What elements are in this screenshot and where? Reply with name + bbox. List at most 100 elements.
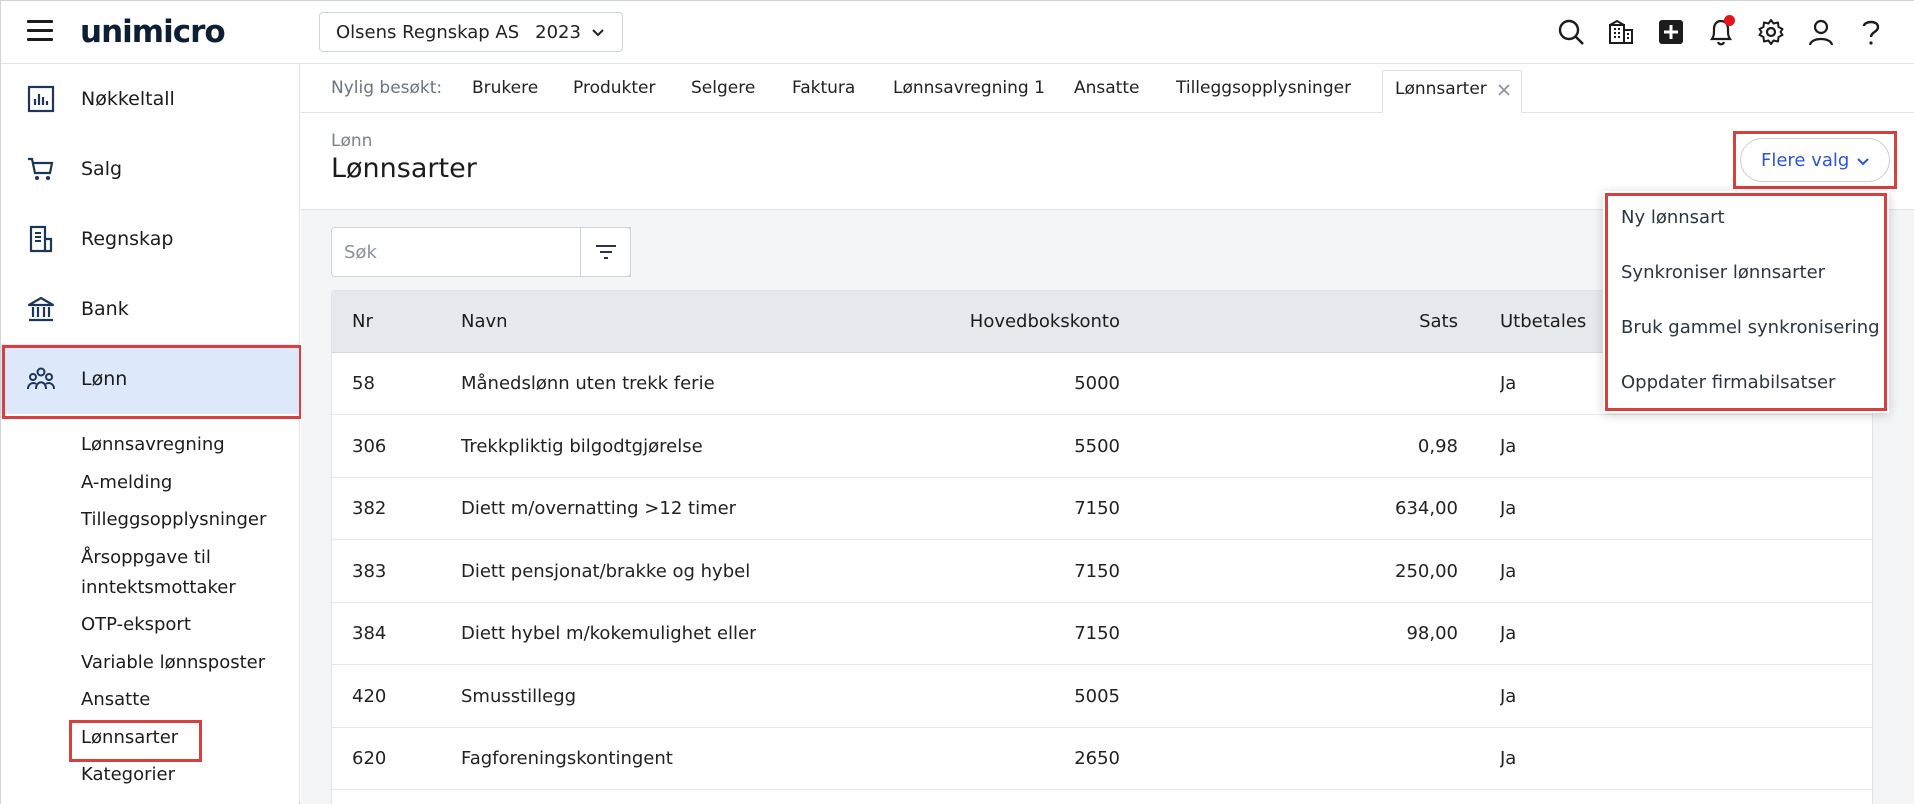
cell-navn: Smusstillegg: [461, 685, 577, 707]
cell-hovedbokskonto: 7150: [1074, 560, 1120, 582]
sub-item-arsoppgave-line2[interactable]: inntektsmottaker: [81, 573, 236, 603]
help-icon[interactable]: [1855, 15, 1887, 49]
sub-item-kategorier[interactable]: Kategorier: [81, 760, 175, 790]
sidebar-item-regnskap[interactable]: Regnskap: [1, 204, 300, 274]
cell-hovedbokskonto: 7150: [1074, 623, 1120, 644]
recent-tab-brukere[interactable]: Brukere: [472, 78, 538, 98]
recently-visited-bar: Nylig besøkt: Brukere Produkter Selgere …: [301, 64, 1914, 113]
chevron-down-icon: [1857, 158, 1869, 166]
cell-utbetales: Ja: [1500, 498, 1517, 519]
plus-square-icon[interactable]: [1655, 15, 1687, 49]
top-bar: unimicro Olsens Regnskap AS 2023: [1, 1, 1914, 64]
cell-nr: 382: [352, 498, 387, 519]
sub-item-tilleggsopplysninger[interactable]: Tilleggsopplysninger: [81, 505, 266, 535]
recent-tab-tilleggsopplysninger[interactable]: Tilleggsopplysninger: [1176, 78, 1351, 98]
recent-tab-lonnsavregning-1[interactable]: Lønnsavregning 1: [893, 78, 1045, 98]
column-header-hovedbokskonto[interactable]: Hovedbokskonto: [852, 311, 1120, 332]
cell-nr: 58: [352, 373, 375, 394]
app-logo[interactable]: unimicro: [80, 14, 226, 50]
sidebar-item-lonn[interactable]: Lønn: [1, 344, 302, 419]
chart-icon: [27, 85, 55, 113]
cell-navn: Månedslønn uten trekk ferie: [461, 373, 715, 394]
building-icon[interactable]: [1605, 15, 1637, 49]
table-row[interactable]: 306 Trekkpliktig bilgodtgjørelse 5500 0,98 J…: [332, 416, 1872, 478]
sub-item-variable-lonnsposter[interactable]: Variable lønnsposter: [81, 648, 265, 678]
table-row[interactable]: 620 Fagforeningskontingent 2650 Ja: [332, 728, 1872, 790]
hamburger-menu-icon[interactable]: [27, 20, 53, 44]
cell-hovedbokskonto: 5000: [1074, 373, 1120, 394]
search-icon[interactable]: [1555, 15, 1587, 49]
cell-hovedbokskonto: 2650: [1074, 748, 1120, 769]
menu-item-bruk-gammel-synkronisering[interactable]: Bruk gammel synkronisering: [1621, 317, 1880, 338]
sidebar-item-bank[interactable]: Bank: [1, 274, 300, 344]
cell-nr: 306: [352, 435, 387, 457]
notification-dot: [1724, 15, 1735, 26]
menu-item-ny-lonnsart[interactable]: Ny lønnsart: [1621, 207, 1725, 228]
bell-icon[interactable]: [1705, 15, 1737, 49]
more-options-button[interactable]: Flere valg: [1740, 138, 1890, 182]
table-row[interactable]: 384 Diett hybel m/kokemulighet eller priv…: [332, 603, 1872, 665]
recent-tab-ansatte[interactable]: Ansatte: [1074, 78, 1139, 98]
sub-item-a-melding[interactable]: A-melding: [81, 468, 172, 498]
sub-item-ansatte[interactable]: Ansatte: [81, 685, 150, 715]
cell-hovedbokskonto: 5500: [1074, 435, 1120, 457]
cell-sats: 98,00: [1406, 623, 1458, 644]
recent-tab-lonnsarter[interactable]: Lønnsarter: [1382, 70, 1522, 113]
menu-item-oppdater-firmabilsatser[interactable]: Oppdater firmabilsatser: [1621, 372, 1835, 393]
recent-tab-label: Lønnsarter: [1395, 79, 1487, 99]
recent-tab-produkter[interactable]: Produkter: [573, 78, 656, 98]
sub-item-otp-eksport[interactable]: OTP-eksport: [81, 610, 191, 640]
sidebar-item-label: Lønn: [81, 368, 128, 390]
column-header-utbetales[interactable]: Utbetales: [1500, 311, 1586, 332]
cell-nr: 620: [352, 748, 387, 769]
recently-visited-label: Nylig besøkt:: [331, 78, 443, 98]
cell-navn: Diett m/overnatting >12 timer: [461, 498, 737, 519]
cell-navn: Fagforeningskontingent: [461, 748, 673, 769]
cell-utbetales: Ja: [1500, 623, 1517, 644]
cell-navn: Diett pensjonat/brakke og hybel u/ko: [461, 560, 756, 582]
table-row[interactable]: 382 Diett m/overnatting >12 timer 7150 634,…: [332, 478, 1872, 540]
table-row[interactable]: 420 Smusstillegg 5005 Ja: [332, 666, 1872, 728]
gear-icon[interactable]: [1755, 15, 1787, 49]
company-year: 2023: [535, 21, 581, 43]
more-options-label: Flere valg: [1761, 149, 1850, 171]
cell-navn: Diett hybel m/kokemulighet eller priv: [461, 623, 756, 644]
cell-utbetales: Ja: [1500, 685, 1517, 707]
sidebar-item-nokkeltall[interactable]: Nøkkeltall: [1, 64, 300, 134]
close-icon[interactable]: [1497, 83, 1511, 97]
sub-item-lonnsarter[interactable]: Lønnsarter: [68, 720, 203, 762]
cell-utbetales: Ja: [1500, 435, 1517, 457]
people-icon: [27, 367, 55, 390]
cell-hovedbokskonto: 7150: [1074, 498, 1120, 519]
cell-hovedbokskonto: 5005: [1074, 685, 1120, 707]
sub-item-arsoppgave[interactable]: Årsoppgave til: [81, 543, 211, 573]
breadcrumb[interactable]: Lønn: [331, 131, 372, 151]
menu-item-synkroniser-lonnsarter[interactable]: Synkroniser lønnsarter: [1621, 262, 1825, 283]
cart-icon: [28, 157, 54, 180]
cell-nr: 383: [352, 560, 387, 582]
page-title: Lønnsarter: [331, 153, 477, 184]
filter-icon: [595, 245, 616, 259]
ledger-icon: [29, 225, 53, 253]
column-header-sats[interactable]: Sats: [1292, 311, 1458, 332]
column-header-navn[interactable]: Navn: [461, 311, 508, 332]
recent-tab-faktura[interactable]: Faktura: [792, 78, 855, 98]
sub-item-lonnsavregning[interactable]: Lønnsavregning: [81, 430, 225, 460]
cell-nr: 420: [352, 685, 387, 707]
table-row[interactable]: 383 Diett pensjonat/brakke og hybel u/ko 7…: [332, 541, 1872, 603]
filter-button[interactable]: [580, 227, 631, 277]
company-selector[interactable]: Olsens Regnskap AS 2023: [319, 12, 623, 52]
cell-nr: 384: [352, 623, 387, 644]
cell-sats: 634,00: [1395, 498, 1458, 519]
cell-navn: Trekkpliktig bilgodtgjørelse: [461, 435, 703, 457]
chevron-down-icon: [592, 29, 604, 37]
column-header-nr[interactable]: Nr: [352, 311, 373, 332]
sidebar-item-label: Nøkkeltall: [81, 88, 175, 110]
cell-utbetales: Ja: [1500, 748, 1517, 769]
sidebar-item-salg[interactable]: Salg: [1, 134, 300, 204]
sidebar-item-label: Bank: [81, 298, 129, 320]
sidebar-item-label: Salg: [81, 158, 123, 180]
recent-tab-selgere[interactable]: Selgere: [691, 78, 755, 98]
cell-sats: 0,98: [1417, 435, 1458, 457]
user-icon[interactable]: [1805, 15, 1837, 49]
